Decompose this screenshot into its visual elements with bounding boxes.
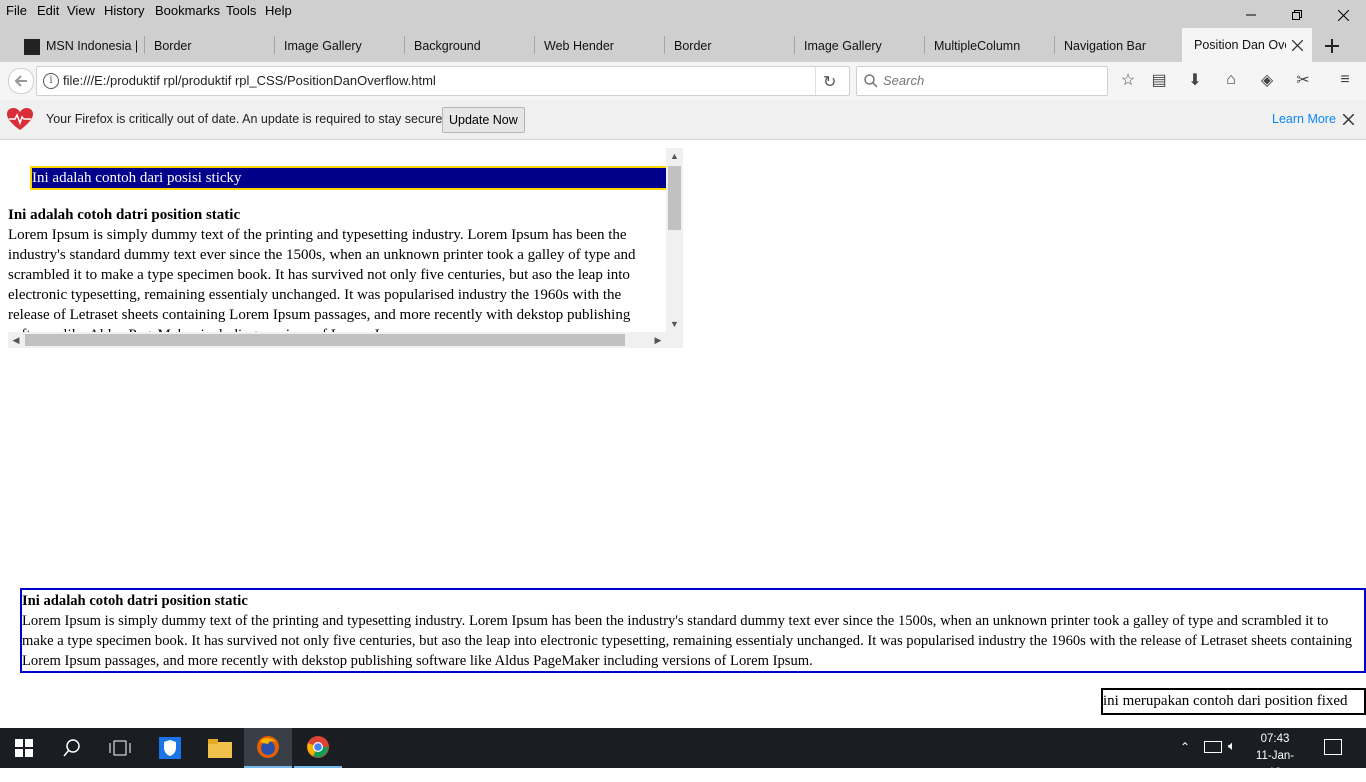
show-hidden-icons-icon[interactable]: ⌃: [1180, 740, 1190, 754]
scroll-left-icon[interactable]: ◀: [8, 332, 24, 348]
absolute-body: Lorem Ipsum is simply dummy text of the …: [22, 613, 1353, 669]
volume-icon[interactable]: 🔈︎: [1228, 738, 1236, 754]
tab-label: Position Dan Ove: [1194, 38, 1286, 52]
close-icon: [1337, 9, 1349, 21]
url-text[interactable]: file:///E:/produktif rpl/produktif rpl_C…: [63, 73, 436, 88]
new-tab-button[interactable]: [1322, 36, 1342, 56]
horizontal-scroll-thumb[interactable]: [25, 334, 625, 346]
tab-image-gallery[interactable]: Image Gallery: [284, 32, 394, 60]
menu-file[interactable]: File: [6, 3, 27, 18]
menu-bookmarks[interactable]: Bookmarks: [155, 3, 220, 18]
static-section: Ini adalah cotoh datri position static L…: [8, 205, 658, 332]
clock[interactable]: 07:43 11-Jan-19: [1250, 731, 1300, 782]
horizontal-scrollbar[interactable]: ◀ ▶: [8, 332, 683, 348]
update-notification-bar: Your Firefox is critically out of date. …: [0, 100, 1366, 140]
absolute-position-box: Ini adalah cotoh datri position static L…: [20, 588, 1366, 673]
plus-icon: [1325, 39, 1339, 53]
tab-web-hender[interactable]: Web Hender: [544, 32, 654, 60]
shield-icon: [159, 737, 181, 759]
clock-time: 07:43: [1260, 733, 1290, 745]
menu-view[interactable]: View: [67, 3, 95, 18]
start-button[interactable]: [0, 728, 48, 768]
bookmark-star-icon[interactable]: ☆: [1118, 70, 1138, 90]
static-body: Lorem Ipsum is simply dummy text of the …: [8, 227, 636, 332]
windows-defender-button[interactable]: [146, 728, 194, 768]
chrome-icon: [307, 736, 329, 758]
hamburger-menu-icon[interactable]: ≡: [1335, 70, 1355, 90]
firefox-taskbar-button[interactable]: [244, 728, 292, 768]
firefox-icon: [257, 736, 279, 758]
tab-border-2[interactable]: Border: [674, 32, 784, 60]
scroll-up-icon[interactable]: ▲: [666, 148, 683, 164]
menu-history[interactable]: History: [104, 3, 144, 18]
minimize-icon: [1246, 14, 1256, 16]
windows-taskbar: ⌃ 🔈︎ 07:43 11-Jan-19: [0, 728, 1366, 779]
fixed-position-box: ini merupakan contoh dari position fixed: [1101, 688, 1366, 715]
static-heading: Ini adalah cotoh datri position static: [8, 207, 241, 223]
tab-msn[interactable]: MSN Indonesia |: [20, 32, 142, 60]
msn-favicon-icon: [24, 38, 40, 55]
search-taskbar-button[interactable]: [48, 728, 96, 768]
menu-tools[interactable]: Tools: [226, 3, 256, 18]
reading-list-icon[interactable]: ▤: [1149, 70, 1169, 90]
folder-icon: [208, 739, 232, 758]
scroll-right-icon[interactable]: ▶: [650, 332, 666, 348]
notification-message: Your Firefox is critically out of date. …: [46, 112, 446, 126]
windows-logo-icon: [15, 739, 33, 757]
tab-image-gallery-2[interactable]: Image Gallery: [804, 32, 914, 60]
heart-pulse-icon: [7, 108, 33, 130]
url-bar[interactable]: i file:///E:/produktif rpl/produktif rpl…: [36, 66, 850, 96]
reload-icon[interactable]: ↻: [823, 72, 836, 92]
tab-background[interactable]: Background: [414, 32, 524, 60]
close-notification-icon[interactable]: [1343, 114, 1354, 125]
tab-position-dan-overflow[interactable]: Position Dan Ove: [1182, 28, 1312, 62]
info-icon[interactable]: i: [43, 73, 59, 89]
tab-label: MSN Indonesia |: [46, 39, 139, 53]
close-tab-icon[interactable]: [1292, 40, 1303, 51]
scroll-down-icon[interactable]: ▼: [666, 316, 683, 332]
vertical-scrollbar[interactable]: ▲ ▼: [666, 148, 683, 332]
overflow-scroll-box[interactable]: Ini adalah contoh dari posisi sticky Ini…: [8, 148, 683, 348]
back-button[interactable]: [8, 68, 34, 94]
menu-help[interactable]: Help: [265, 3, 292, 18]
pocket-icon[interactable]: ◈: [1257, 70, 1277, 90]
clock-date: 11-Jan-19: [1255, 750, 1295, 779]
menu-bar: File Edit View History Bookmarks Tools H…: [0, 0, 1366, 22]
tab-border[interactable]: Border: [154, 32, 264, 60]
learn-more-link[interactable]: Learn More: [1272, 112, 1336, 126]
search-icon: [63, 739, 80, 757]
downloads-icon[interactable]: ⬇: [1185, 70, 1205, 90]
screenshot-icon[interactable]: ✂: [1293, 70, 1313, 90]
tab-navigation-bar[interactable]: Navigation Bar: [1064, 32, 1174, 60]
file-explorer-button[interactable]: [196, 728, 244, 768]
sticky-banner: Ini adalah contoh dari posisi sticky: [30, 166, 666, 190]
navigation-toolbar: i file:///E:/produktif rpl/produktif rpl…: [0, 62, 1366, 101]
search-placeholder: Search: [883, 73, 925, 88]
restore-icon: [1292, 10, 1302, 20]
action-center-icon[interactable]: [1324, 739, 1342, 755]
absolute-heading: Ini adalah cotoh datri position static: [22, 593, 248, 609]
back-arrow-icon: [14, 75, 27, 87]
tab-bar: MSN Indonesia | Border Image Gallery Bac…: [0, 22, 1366, 62]
search-icon: [864, 74, 878, 88]
search-input[interactable]: Search: [856, 66, 1108, 96]
vertical-scroll-thumb[interactable]: [668, 166, 681, 230]
tab-multiple-column[interactable]: MultipleColumn: [934, 32, 1044, 60]
fixed-text: ini merupakan contoh dari position fixed: [1103, 693, 1348, 709]
chrome-taskbar-button[interactable]: [294, 728, 342, 768]
task-view-icon: [109, 740, 131, 756]
home-icon[interactable]: ⌂: [1221, 70, 1241, 90]
menu-edit[interactable]: Edit: [37, 3, 59, 18]
task-view-button[interactable]: [96, 728, 144, 768]
battery-icon[interactable]: [1204, 741, 1222, 753]
update-now-button[interactable]: Update Now: [442, 107, 525, 133]
